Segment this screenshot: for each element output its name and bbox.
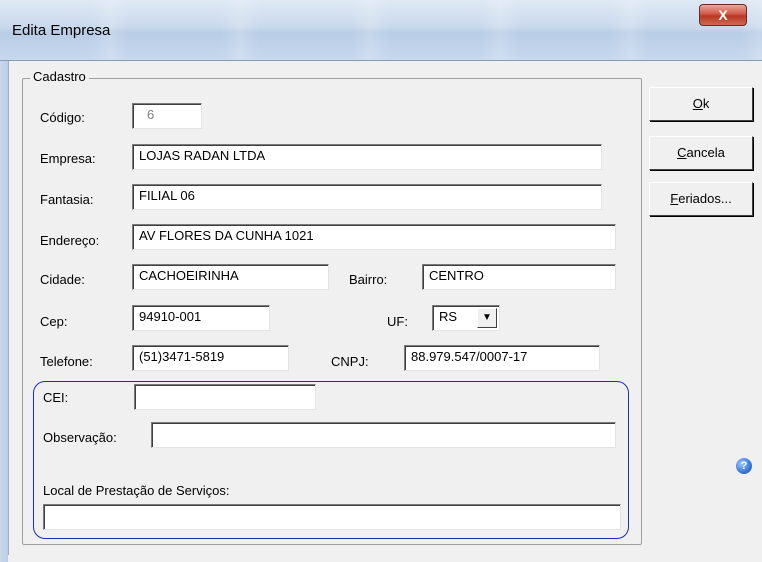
telefone-label: Telefone: — [40, 354, 93, 369]
fantasia-label: Fantasia: — [40, 192, 94, 207]
observacao-field[interactable] — [151, 422, 616, 448]
empresa-field[interactable]: LOJAS RADAN LTDA — [132, 144, 602, 170]
cei-field[interactable] — [134, 384, 316, 410]
codigo-label: Código: — [40, 110, 85, 125]
cnpj-field[interactable]: 88.979.547/0007-17 — [404, 345, 600, 371]
cancela-label: ancela — [686, 145, 725, 160]
feriados-button[interactable]: Feriados... — [649, 182, 753, 216]
endereco-label: Endereço: — [40, 233, 100, 248]
cei-label: CEI: — [43, 390, 69, 405]
title-bar-glass — [0, 0, 762, 60]
ok-label: k — [702, 96, 710, 111]
cep-label: Cep: — [40, 314, 68, 329]
cidade-field[interactable]: CACHOEIRINHA — [132, 264, 329, 290]
cadastro-legend: Cadastro — [30, 69, 89, 84]
bairro-label: Bairro: — [349, 272, 388, 287]
dialog-window: Edita Empresa X Cadastro Código: 6 Empre… — [0, 0, 762, 562]
bairro-field[interactable]: CENTRO — [422, 264, 616, 290]
local-prestacao-label: Local de Prestação de Serviços: — [43, 483, 230, 498]
cancela-accel: C — [677, 145, 687, 160]
feriados-label: eriados... — [678, 191, 732, 206]
endereco-field[interactable]: AV FLORES DA CUNHA 1021 — [132, 224, 616, 250]
telefone-field[interactable]: (51)3471-5819 — [132, 345, 289, 371]
uf-select[interactable]: RS ▼ — [432, 305, 500, 331]
close-button[interactable]: X — [699, 4, 747, 26]
local-prestacao-field[interactable] — [43, 504, 621, 530]
fantasia-field[interactable]: FILIAL 06 — [132, 184, 602, 210]
uf-label: UF: — [387, 314, 408, 329]
ok-accel: O — [692, 96, 703, 111]
window-frame-left — [0, 61, 8, 562]
chevron-down-icon[interactable]: ▼ — [477, 308, 497, 328]
cep-field[interactable]: 94910-001 — [132, 305, 270, 331]
uf-select-value: RS — [439, 309, 458, 324]
cidade-label: Cidade: — [40, 272, 85, 287]
window-title: Edita Empresa — [12, 22, 111, 39]
codigo-field[interactable]: 6 — [132, 103, 202, 129]
cnpj-label: CNPJ: — [331, 354, 369, 369]
title-bar[interactable]: Edita Empresa X — [0, 0, 762, 61]
help-icon[interactable]: ? — [736, 458, 752, 474]
ok-button[interactable]: Ok — [649, 87, 753, 121]
cancela-button[interactable]: Cancela — [649, 136, 753, 170]
observacao-label: Observação: — [43, 430, 117, 445]
empresa-label: Empresa: — [40, 151, 96, 166]
